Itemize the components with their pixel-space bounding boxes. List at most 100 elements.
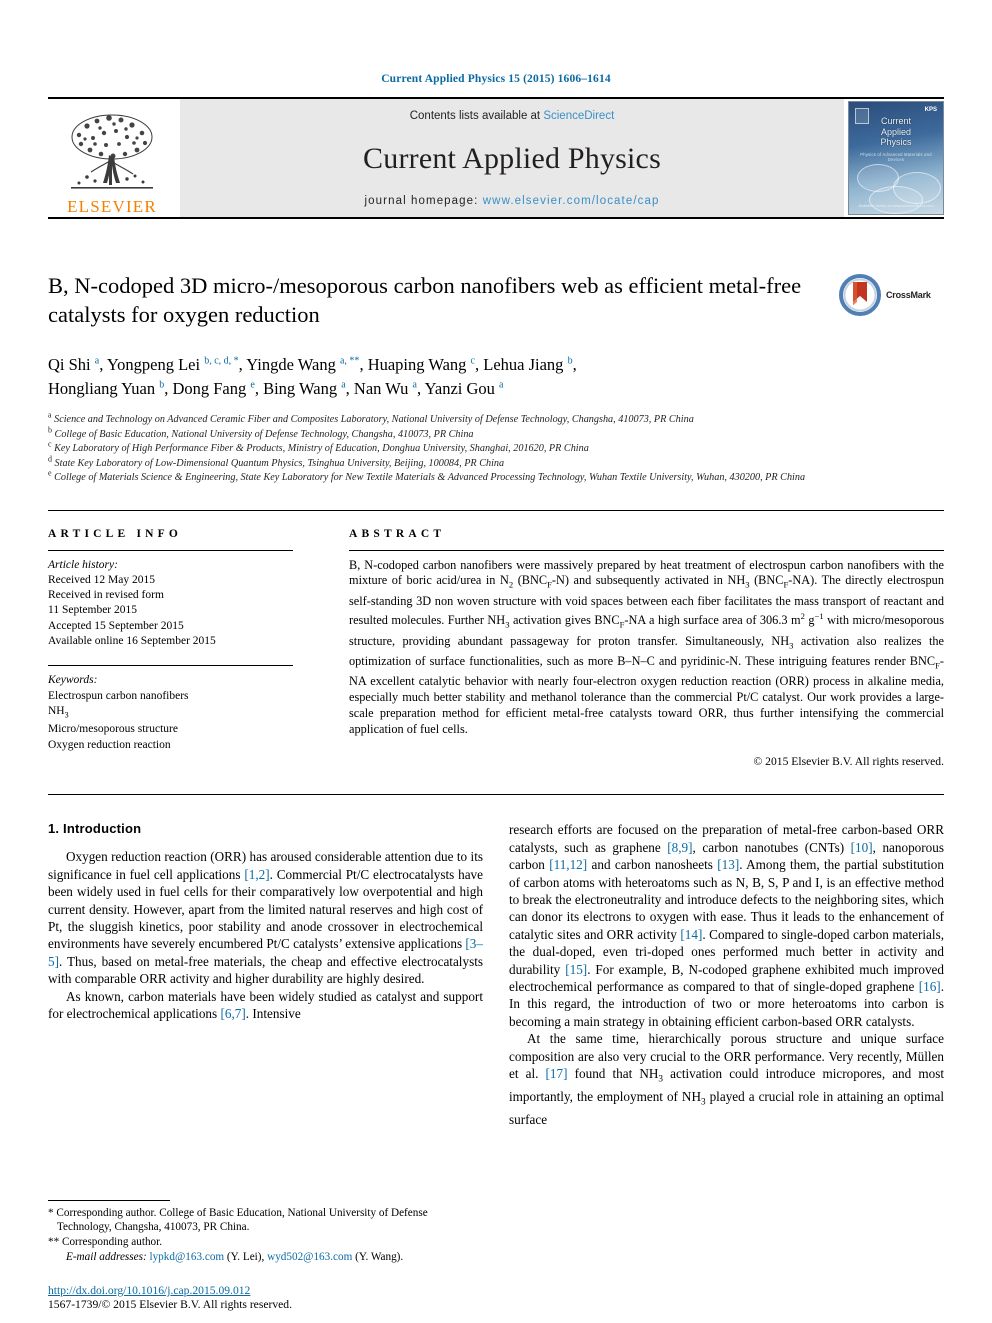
citation-ref[interactable]: [1,2]	[244, 867, 269, 882]
affiliation-item: b College of Basic Education, National U…	[48, 426, 928, 443]
cover-disc-3	[869, 186, 923, 214]
author-name: , Yongpeng Lei	[99, 355, 205, 374]
paragraph: Oxygen reduction reaction (ORR) has arou…	[48, 849, 483, 987]
affiliation-text: Key Laboratory of High Performance Fiber…	[54, 443, 589, 454]
section-heading-introduction: 1. Introduction	[48, 821, 142, 837]
email-label: E-mail addresses:	[66, 1251, 147, 1264]
author-name: , Dong Fang	[164, 379, 251, 398]
paragraph: As known, carbon materials have been wid…	[48, 988, 483, 1022]
history-item: Received in revised form	[48, 589, 164, 602]
author-item: , Nan Wu a	[346, 379, 417, 398]
elsevier-logo: ELSEVIER	[48, 99, 176, 217]
abstract-text: B, N-codoped carbon nanofibers were mass…	[349, 557, 944, 736]
keyword-item: Oxygen reduction reaction	[48, 738, 171, 751]
affiliation-mark: d	[48, 454, 52, 464]
author-affiliation-mark: a	[499, 379, 504, 391]
cover-title-line3: Physics	[880, 137, 912, 147]
journal-cover-thumbnail: KPS Current Applied Physics Physics of A…	[848, 101, 944, 215]
author-name: Hongliang Yuan	[48, 379, 160, 398]
journal-masthead: ELSEVIER Contents lists available at Sci…	[48, 97, 944, 219]
affiliation-mark: c	[48, 439, 52, 449]
author-name: Qi Shi	[48, 355, 95, 374]
citation-ref[interactable]: [16]	[919, 979, 941, 994]
citation-ref[interactable]: [6,7]	[220, 1006, 245, 1021]
citation-ref[interactable]: [8,9]	[667, 840, 692, 855]
citation-ref[interactable]: [15]	[565, 962, 587, 977]
affiliation-text: State Key Laboratory of Low-Dimensional …	[54, 457, 505, 469]
author-item: Qi Shi a	[48, 355, 99, 374]
keywords-group: Keywords: Electrospun carbon nanofibers …	[48, 673, 293, 753]
citation-ref[interactable]: [14]	[680, 927, 702, 942]
author-name: , Yanzi Gou	[416, 379, 500, 398]
paragraph: research efforts are focused on the prep…	[509, 822, 944, 1029]
page-title: B, N-codoped 3D micro-/mesoporous carbon…	[48, 273, 802, 327]
elsevier-tree-icon	[71, 114, 153, 189]
sciencedirect-link[interactable]: ScienceDirect	[543, 110, 614, 122]
affiliation-item: c Key Laboratory of High Performance Fib…	[48, 439, 928, 457]
cover-subtitle: Physics of Advanced Materials and Device…	[860, 152, 932, 162]
crossmark-badge[interactable]: CrossMark	[838, 269, 944, 321]
article-history-label: Article history:	[48, 558, 118, 571]
citation-ref[interactable]: [17]	[546, 1066, 568, 1081]
journal-title: Current Applied Physics	[363, 141, 661, 175]
keyword-item: Micro/mesoporous structure	[48, 723, 178, 736]
author-affiliation-mark: b, c, d, *	[204, 355, 239, 367]
contents-prefix: Contents lists available at	[409, 110, 544, 122]
author-affiliation-mark: b	[567, 355, 573, 367]
divider	[48, 665, 293, 667]
author-item: , Huaping Wang c	[359, 355, 475, 374]
issn-copyright-line: 1567-1739/© 2015 Elsevier B.V. All right…	[48, 1298, 292, 1311]
author-item: Hongliang Yuan b	[48, 379, 164, 398]
affiliation-mark: e	[48, 468, 52, 478]
citation-ref[interactable]: [11,12]	[549, 857, 587, 872]
footnote-corresponding-author-1: * Corresponding author. College of Basic…	[48, 1206, 428, 1234]
citation-ref[interactable]: [10]	[851, 840, 873, 855]
affiliation-text: College of Materials Science & Engineeri…	[54, 472, 806, 483]
info-abstract-region: ARTICLE INFO Article history: Received 1…	[48, 509, 944, 769]
author-list: Qi Shi a, Yongpeng Lei b, c, d, *, Yingd…	[48, 355, 577, 398]
footnote-email-line: E-mail addresses: lypkd@163.com (Y. Lei)…	[66, 1251, 404, 1264]
keyword-item: Electrospun carbon nanofibers	[48, 689, 189, 702]
history-item: 11 September 2015	[48, 604, 138, 617]
author-name: , Huaping Wang	[359, 355, 471, 374]
footnote-corresponding-author-2: ** Corresponding author.	[48, 1235, 163, 1248]
contents-available-line: Contents lists available at ScienceDirec…	[410, 110, 615, 122]
email-owner-wang: (Y. Wang)	[355, 1251, 401, 1264]
citation-ref[interactable]: [3–5]	[48, 936, 483, 968]
history-item: Received 12 May 2015	[48, 573, 155, 586]
affiliation-item: a Science and Technology on Advanced Cer…	[48, 411, 928, 428]
author-affiliation-mark: a, **	[339, 355, 360, 367]
abstract-heading: ABSTRACT	[349, 527, 446, 540]
email-link-lei[interactable]: lypkd@163.com	[149, 1251, 224, 1263]
article-info-heading: ARTICLE INFO	[48, 527, 183, 540]
journal-homepage-line: journal homepage: www.elsevier.com/locat…	[365, 195, 660, 207]
email-owner-lei: (Y. Lei)	[226, 1251, 262, 1264]
citation-ref[interactable]: [13]	[717, 857, 739, 872]
author-name: , Bing Wang	[254, 379, 342, 398]
article-info-column: ARTICLE INFO Article history: Received 1…	[48, 528, 293, 769]
running-head: Current Applied Physics 15 (2015) 1606–1…	[381, 73, 611, 85]
article-history-group: Article history: Received 12 May 2015 Re…	[48, 558, 293, 650]
elsevier-wordmark: ELSEVIER	[67, 197, 157, 216]
doi-link[interactable]: http://dx.doi.org/10.1016/j.cap.2015.09.…	[48, 1284, 292, 1297]
body-column-left: 1. Introduction Oxygen reduction reactio…	[48, 821, 483, 1128]
abstract-copyright: © 2015 Elsevier B.V. All rights reserved…	[753, 755, 944, 769]
homepage-url-link[interactable]: www.elsevier.com/locate/cap	[483, 195, 660, 207]
paragraph: At the same time, hierarchically porous …	[509, 1031, 944, 1128]
body-column-right: research efforts are focused on the prep…	[509, 821, 944, 1128]
author-name: , Yingde Wang	[238, 355, 340, 374]
affiliation-item: d State Key Laboratory of Low-Dimensiona…	[48, 454, 928, 472]
author-item: , Yanzi Gou a	[417, 379, 504, 398]
cover-kps-label: KPS	[924, 107, 937, 113]
crossmark-label: CrossMark	[886, 290, 931, 300]
abstract-column: ABSTRACT B, N-codoped carbon nanofibers …	[349, 527, 944, 769]
affiliation-item: e College of Materials Science & Enginee…	[48, 468, 928, 486]
affiliation-text: Science and Technology on Advanced Ceram…	[54, 414, 694, 425]
author-name: , Lehua Jiang	[475, 355, 568, 374]
email-link-wang[interactable]: wyd502@163.com	[267, 1251, 352, 1263]
cover-footer-text: Available online at www.sciencedirect.co…	[858, 203, 934, 208]
crossmark-icon	[839, 274, 881, 316]
history-item: Accepted 15 September 2015	[48, 619, 184, 632]
homepage-prefix: journal homepage:	[364, 195, 483, 207]
author-item: , Dong Fang e	[164, 379, 255, 398]
